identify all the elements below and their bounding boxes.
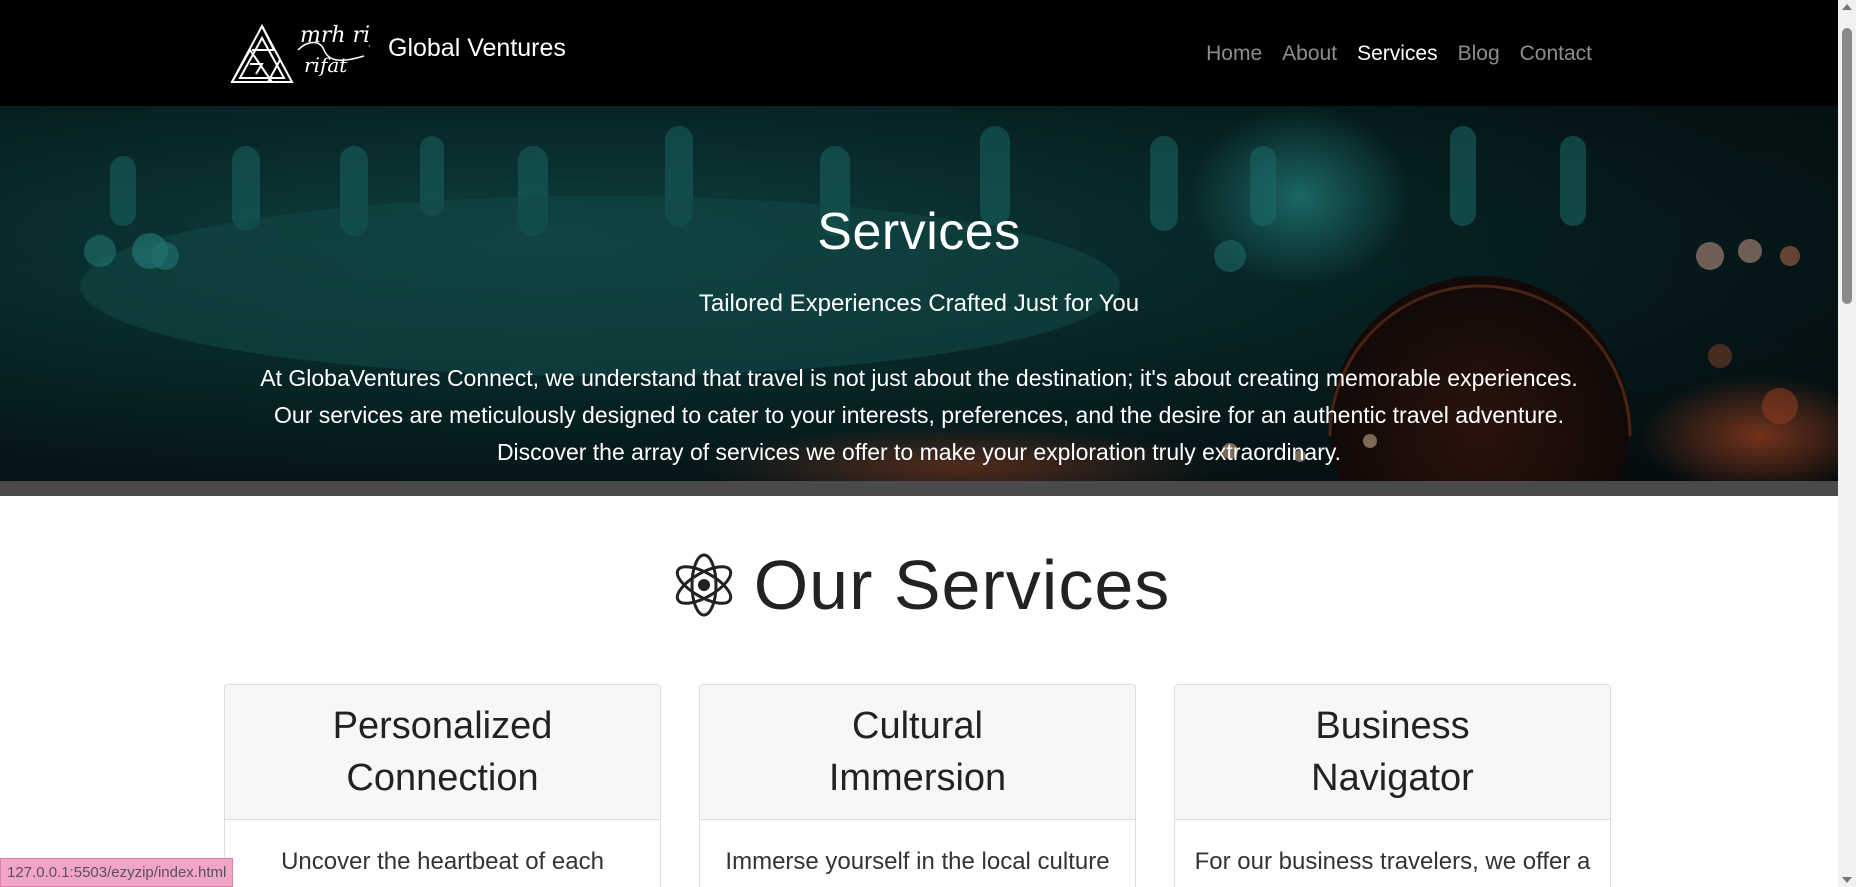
card-title: Cultural Immersion <box>828 705 1007 799</box>
scroll-down-icon[interactable] <box>1842 877 1852 883</box>
card-text: Immerse yourself in the local culture <box>725 848 1110 875</box>
nav-services[interactable]: Services <box>1347 42 1448 66</box>
main-nav: Home About Services Blog Contact <box>1196 42 1602 66</box>
card-text: Uncover the heartbeat of each <box>281 848 604 875</box>
services-title: Our Services <box>753 546 1171 624</box>
card-header: Business Navigator <box>1175 685 1610 820</box>
card-header: Personalized Connection <box>225 685 660 820</box>
service-card: Personalized Connection Uncover the hear… <box>224 684 661 887</box>
nav-about[interactable]: About <box>1272 42 1347 66</box>
nav-home[interactable]: Home <box>1196 42 1272 66</box>
brand-name: Global Ventures <box>388 33 566 62</box>
scrollbar-thumb[interactable] <box>1842 28 1852 304</box>
hero-lead: Tailored Experiences Crafted Just for Yo… <box>698 290 1140 317</box>
atom-icon <box>675 553 732 617</box>
navbar: mrh rifat rifat Global Ventures Home Abo… <box>0 0 1838 106</box>
hero-desc-line: Our services are meticulously designed t… <box>274 402 1564 428</box>
hero-content: Services Tailored Experiences Crafted Ju… <box>0 106 1838 471</box>
card-header: Cultural Immersion <box>700 685 1135 820</box>
hero-desc-line: At GlobaVentures Connect, we understand … <box>260 365 1578 391</box>
nav-contact[interactable]: Contact <box>1510 42 1602 66</box>
hero-section: Services Tailored Experiences Crafted Ju… <box>0 106 1838 481</box>
services-cards: Personalized Connection Uncover the hear… <box>224 684 1612 887</box>
services-heading: Our Services <box>0 545 1838 625</box>
svg-text:mrh rifat: mrh rifat <box>300 23 370 48</box>
hero-description: At GlobaVentures Connect, we understand … <box>0 360 1838 471</box>
svg-text:rifat: rifat <box>304 53 348 77</box>
card-title: Business Navigator <box>1311 705 1474 799</box>
scroll-up-icon[interactable] <box>1842 4 1852 10</box>
page: mrh rifat rifat Global Ventures Home Abo… <box>0 0 1856 887</box>
service-card: Business Navigator For our business trav… <box>1174 684 1611 887</box>
service-card: Cultural Immersion Immerse yourself in t… <box>699 684 1136 887</box>
nav-blog[interactable]: Blog <box>1448 42 1510 66</box>
brand-link[interactable]: mrh rifat rifat Global Ventures <box>228 20 566 86</box>
vertical-scrollbar[interactable] <box>1838 0 1856 887</box>
hero-title: Services <box>817 203 1021 261</box>
hero-divider <box>0 481 1838 496</box>
logo-icon: mrh rifat rifat <box>230 23 370 83</box>
hero-desc-line: Discover the array of services we offer … <box>496 439 1342 465</box>
card-text: For our business travelers, we offer a <box>1194 848 1591 875</box>
card-title: Personalized Connection <box>332 705 553 799</box>
status-url: 127.0.0.1:5503/ezyzip/index.html <box>0 858 234 887</box>
